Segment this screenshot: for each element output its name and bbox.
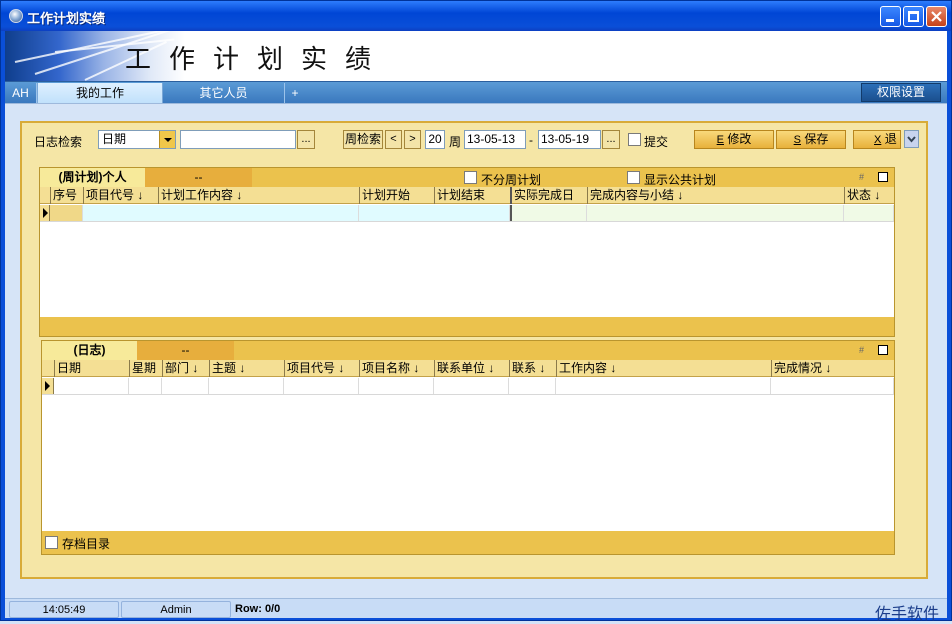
status-user: Admin xyxy=(121,601,231,618)
tab-others[interactable]: 其它人员 xyxy=(163,83,285,104)
date-type-select[interactable]: 日期 xyxy=(98,130,176,149)
work-panel: 日志检索 日期 ... 周检索 < > 20 周 13-05-13 - 13-0… xyxy=(20,121,928,579)
col-plan-content[interactable]: 计划工作内容 ↓ xyxy=(158,187,359,204)
date-range-dash: - xyxy=(529,133,533,147)
col-plan-start[interactable]: 计划开始 xyxy=(359,187,434,204)
tab-add[interactable]: + xyxy=(285,83,305,104)
col-contact[interactable]: 联系 ↓ xyxy=(509,360,556,377)
col-project-code[interactable]: 项目代号 ↓ xyxy=(284,360,359,377)
col-actual-done[interactable]: 实际完成日 xyxy=(510,187,587,204)
weekly-plan-column-header: 序号 项目代号 ↓ 计划工作内容 ↓ 计划开始 计划结束 实际完成日 完成内容与… xyxy=(40,187,894,204)
daily-log-column-header: 日期 星期 部门 ↓ 主题 ↓ 项目代号 ↓ 项目名称 ↓ 联系单位 ↓ 联系 … xyxy=(42,360,894,377)
daily-log-footer: 存档目录 xyxy=(42,531,894,554)
log-search-label: 日志检索 xyxy=(34,135,83,149)
col-summary[interactable]: 完成内容与小结 ↓ xyxy=(587,187,844,204)
window-title: 工作计划实绩 xyxy=(27,11,106,26)
current-row-indicator xyxy=(40,205,50,221)
log-search-picker-button[interactable]: ... xyxy=(297,130,315,149)
col-project-code[interactable]: 项目代号 ↓ xyxy=(83,187,158,204)
status-row-count: Row: 0/0 xyxy=(235,603,281,615)
edit-shortcut: E xyxy=(716,134,724,146)
permission-settings-button[interactable]: 权限设置 xyxy=(861,83,941,102)
exit-shortcut: X xyxy=(874,134,882,146)
app-icon xyxy=(9,9,23,23)
week-number-input[interactable]: 20 xyxy=(425,130,445,149)
tab-ah[interactable]: AH xyxy=(5,83,37,104)
col-contact-unit[interactable]: 联系单位 ↓ xyxy=(434,360,509,377)
col-subject[interactable]: 主题 ↓ xyxy=(209,360,284,377)
client-area: 工作计划实绩 AH 我的工作 其它人员 + 权限设置 日志检索 日期 ... 周… xyxy=(5,31,947,623)
date-to-input[interactable]: 13-05-19 xyxy=(538,130,601,149)
grid-options-icon[interactable]: # xyxy=(859,345,864,355)
toolbar: 日志检索 日期 ... 周检索 < > 20 周 13-05-13 - 13-0… xyxy=(22,123,926,153)
exit-label: 退 xyxy=(884,132,897,146)
col-department[interactable]: 部门 ↓ xyxy=(162,360,209,377)
daily-log-panel: (日志) -- # 日期 星期 部门 ↓ 主题 ↓ 项目代号 ↓ 项目名称 ↓ … xyxy=(41,340,895,555)
next-week-button[interactable]: > xyxy=(404,130,421,149)
table-row[interactable] xyxy=(42,378,894,395)
col-weekday[interactable]: 星期 xyxy=(129,360,162,377)
col-completion[interactable]: 完成情况 ↓ xyxy=(771,360,894,377)
table-row[interactable] xyxy=(40,205,894,222)
weekly-plan-sub-tab[interactable]: -- xyxy=(145,168,252,187)
tab-bar: AH 我的工作 其它人员 + 权限设置 xyxy=(5,81,947,104)
exit-button[interactable]: X 退 xyxy=(853,130,901,149)
weekly-plan-footer xyxy=(40,317,894,336)
current-row-indicator xyxy=(42,378,54,394)
col-seq[interactable]: 序号 xyxy=(50,187,83,204)
save-label: 保存 xyxy=(804,132,829,146)
weekly-plan-header: (周计划)个人 -- 不分周计划 显示公共计划 # xyxy=(40,168,894,187)
status-bar: 14:05:49 Admin Row: 0/0 佐手软件 xyxy=(5,598,947,623)
maximize-icon xyxy=(908,11,919,22)
tab-my-work[interactable]: 我的工作 xyxy=(37,83,163,104)
edit-label: 修改 xyxy=(727,132,752,146)
col-status[interactable]: 状态 ↓ xyxy=(844,187,894,204)
date-type-value: 日期 xyxy=(102,132,127,146)
grid-options-icon[interactable]: # xyxy=(859,172,864,182)
title-bar[interactable]: 工作计划实绩 xyxy=(1,1,951,31)
chevron-down-icon[interactable] xyxy=(159,131,175,148)
no-weekly-plan-checkbox[interactable] xyxy=(464,171,477,184)
chevron-down-icon xyxy=(907,136,916,143)
archive-checkbox[interactable] xyxy=(45,536,58,549)
weekly-plan-tab[interactable]: (周计划)个人 xyxy=(40,168,145,187)
daily-log-header: (日志) -- # xyxy=(42,341,894,360)
edit-button[interactable]: E 修改 xyxy=(694,130,774,149)
save-shortcut: S xyxy=(793,134,801,146)
main-area: 日志检索 日期 ... 周检索 < > 20 周 13-05-13 - 13-0… xyxy=(5,103,947,598)
week-search-button[interactable]: 周检索 xyxy=(343,130,383,149)
date-from-input[interactable]: 13-05-13 xyxy=(464,130,526,149)
log-search-input[interactable] xyxy=(180,130,296,149)
show-public-plan-label: 显示公共计划 xyxy=(644,173,717,187)
save-button[interactable]: S 保存 xyxy=(776,130,846,149)
daily-log-sub-tab[interactable]: -- xyxy=(137,341,234,360)
date-picker-button[interactable]: ... xyxy=(602,130,620,149)
submit-checkbox[interactable] xyxy=(628,133,641,146)
daily-log-tab[interactable]: (日志) xyxy=(42,341,137,360)
app-window: 工作计划实绩 工作计划实绩 AH 我的工作 其它人员 + 权限设置 日志检索 日… xyxy=(0,0,952,623)
close-button[interactable] xyxy=(926,6,947,27)
status-time: 14:05:49 xyxy=(9,601,119,618)
col-date[interactable]: 日期 xyxy=(54,360,129,377)
expand-icon[interactable] xyxy=(878,345,888,355)
brand-text: 佐手软件 xyxy=(874,604,939,623)
col-project-name[interactable]: 项目名称 ↓ xyxy=(359,360,434,377)
col-plan-end[interactable]: 计划结束 xyxy=(434,187,510,204)
minimize-icon xyxy=(886,19,894,22)
more-dropdown-button[interactable] xyxy=(904,130,919,148)
banner-title: 工作计划实绩 xyxy=(125,45,390,75)
week-label: 周 xyxy=(449,135,462,149)
col-work-content[interactable]: 工作内容 ↓ xyxy=(556,360,771,377)
weekly-plan-panel: (周计划)个人 -- 不分周计划 显示公共计划 # 序号 项目代号 ↓ 计划工作… xyxy=(39,167,895,337)
maximize-button[interactable] xyxy=(903,6,924,27)
show-public-plan-checkbox[interactable] xyxy=(627,171,640,184)
banner: 工作计划实绩 xyxy=(5,31,947,81)
submit-label: 提交 xyxy=(644,135,669,149)
minimize-button[interactable] xyxy=(880,6,901,27)
no-weekly-plan-label: 不分周计划 xyxy=(481,173,542,187)
prev-week-button[interactable]: < xyxy=(385,130,402,149)
close-icon xyxy=(931,11,942,22)
expand-icon[interactable] xyxy=(878,172,888,182)
archive-label: 存档目录 xyxy=(62,537,111,551)
